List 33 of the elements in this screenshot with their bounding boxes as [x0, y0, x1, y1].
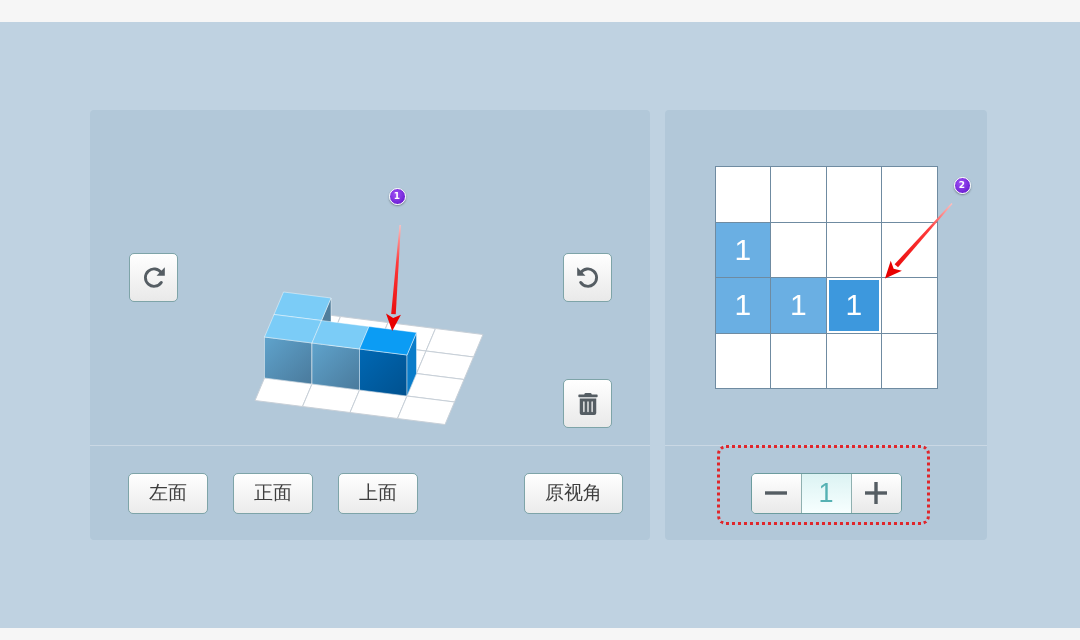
minus-icon	[765, 491, 787, 495]
grid-cell[interactable]	[826, 222, 881, 277]
grid-cell[interactable]	[771, 167, 826, 222]
grid-cell[interactable]	[771, 222, 826, 277]
increase-button[interactable]	[850, 473, 901, 513]
delete-button[interactable]	[563, 379, 612, 428]
view-button[interactable]: 正面	[233, 472, 313, 514]
grid-cell[interactable]: 1	[715, 278, 770, 333]
view-button[interactable]: 左面	[128, 472, 208, 514]
rotate-counterclockwise-icon	[576, 267, 599, 288]
grid-cell[interactable]: 1	[771, 278, 826, 333]
grid-cell[interactable]: 1	[826, 278, 881, 333]
grid-cell[interactable]: 1	[715, 222, 770, 277]
trash-icon	[576, 392, 599, 415]
grid-cell[interactable]	[826, 167, 881, 222]
grid-cell[interactable]	[882, 222, 937, 277]
grid-cell[interactable]	[882, 333, 937, 388]
reset-view-button[interactable]: 原视角	[524, 472, 623, 514]
rotate-clockwise-icon	[142, 267, 165, 288]
step-marker: 1	[388, 187, 406, 205]
step-marker: 2	[953, 176, 971, 194]
decrease-button[interactable]	[751, 473, 802, 513]
grid-cell[interactable]	[771, 333, 826, 388]
count-field[interactable]: 1	[801, 473, 851, 513]
grid-cell[interactable]	[882, 167, 937, 222]
plus-icon	[865, 482, 887, 504]
grid-cell[interactable]	[715, 333, 770, 388]
rotate-clockwise-button[interactable]	[129, 253, 178, 302]
view-button[interactable]: 上面	[338, 472, 418, 514]
grid-cell[interactable]	[715, 167, 770, 222]
rotate-counterclockwise-button[interactable]	[563, 253, 612, 302]
grid-cell[interactable]	[882, 278, 937, 333]
grid-cell[interactable]	[826, 333, 881, 388]
